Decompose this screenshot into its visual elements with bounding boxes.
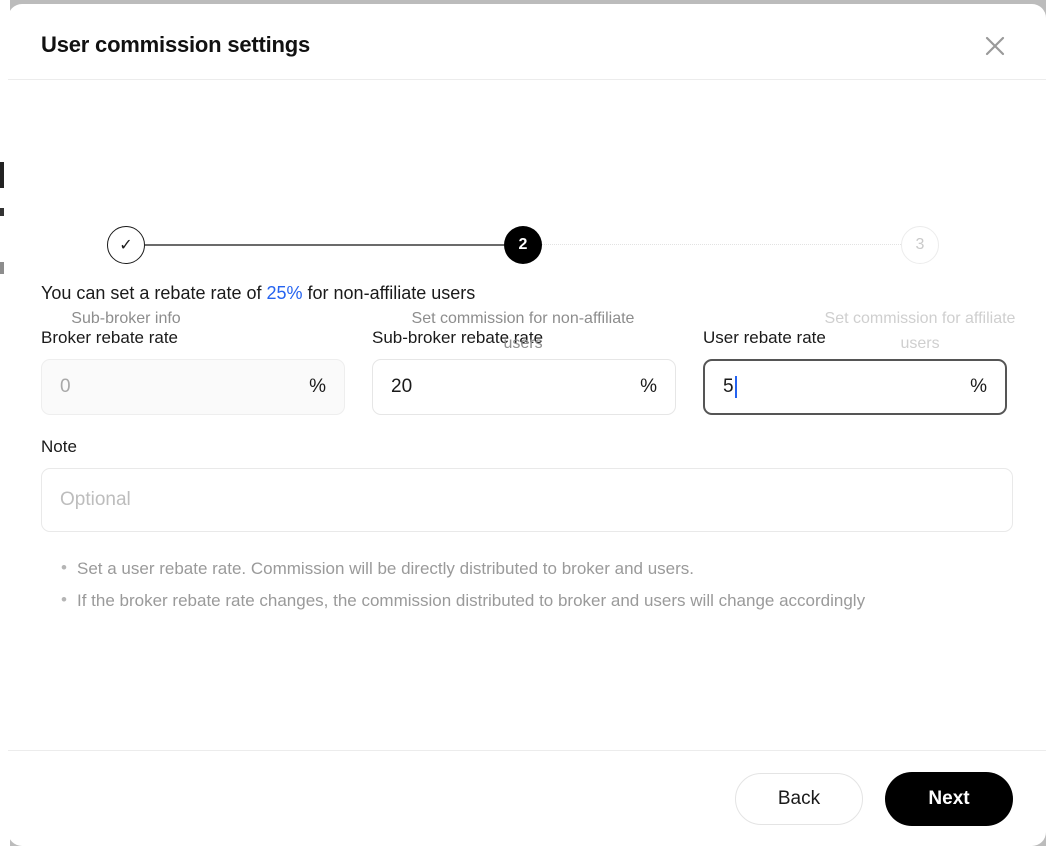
note-field-group: Note Optional <box>41 437 1013 532</box>
text-cursor <box>735 376 737 398</box>
list-item: If the broker rebate rate changes, the c… <box>41 586 1013 615</box>
dialog-header: User commission settings <box>8 4 1046 80</box>
dialog-footer: Back Next <box>8 750 1046 846</box>
stepper-connector-1 <box>145 244 504 246</box>
background-artifact <box>0 162 4 188</box>
back-button[interactable]: Back <box>735 773 863 825</box>
progress-stepper: ✓ 2 3 Sub-broker info Set commission for… <box>8 80 1046 280</box>
user-commission-settings-dialog: User commission settings ✓ 2 3 Sub-broke… <box>8 4 1046 846</box>
broker-rebate-input[interactable]: 0 % <box>41 359 345 415</box>
lead-suffix: for non-affiliate users <box>303 283 476 303</box>
lead-prefix: You can set a rebate rate of <box>41 283 267 303</box>
stepper-step-1-label: Sub-broker info <box>11 306 241 331</box>
percent-suffix: % <box>640 376 657 398</box>
sub-broker-rebate-value: 20 <box>373 376 412 398</box>
rebate-rate-description: You can set a rebate rate of 25% for non… <box>41 280 1013 304</box>
percent-suffix: % <box>970 376 987 398</box>
background-artifact <box>0 262 4 274</box>
broker-rebate-placeholder: 0 <box>42 376 71 398</box>
broker-rebate-field-group: Broker rebate rate 0 % <box>41 328 345 415</box>
check-icon: ✓ <box>119 235 132 255</box>
stepper-step-3-label: Set commission for affiliate users <box>805 306 1035 356</box>
stepper-step-2-indicator[interactable]: 2 <box>504 226 542 264</box>
stepper-step-2-number: 2 <box>519 236 528 254</box>
hint-list: Set a user rebate rate. Commission will … <box>41 554 1013 615</box>
rebate-rate-value: 25% <box>267 283 303 303</box>
note-placeholder: Optional <box>42 489 131 511</box>
user-rebate-input[interactable]: 5 % <box>703 359 1007 415</box>
list-item: Set a user rebate rate. Commission will … <box>41 554 1013 583</box>
stepper-step-1-indicator[interactable]: ✓ <box>107 226 145 264</box>
user-rebate-value: 5 <box>705 376 734 398</box>
percent-suffix: % <box>309 376 326 398</box>
next-button[interactable]: Next <box>885 772 1013 826</box>
broker-rebate-label: Broker rebate rate <box>41 328 345 348</box>
note-label: Note <box>41 437 1013 457</box>
dialog-title: User commission settings <box>41 32 310 58</box>
sub-broker-rebate-input[interactable]: 20 % <box>372 359 676 415</box>
stepper-step-2-label: Set commission for non-affiliate users <box>408 306 638 356</box>
stepper-step-3-number: 3 <box>916 236 925 254</box>
stepper-connector-2 <box>542 244 901 245</box>
stepper-step-3-indicator[interactable]: 3 <box>901 226 939 264</box>
background-artifact <box>0 208 4 216</box>
close-icon[interactable] <box>981 32 1009 60</box>
note-input[interactable]: Optional <box>41 468 1013 532</box>
